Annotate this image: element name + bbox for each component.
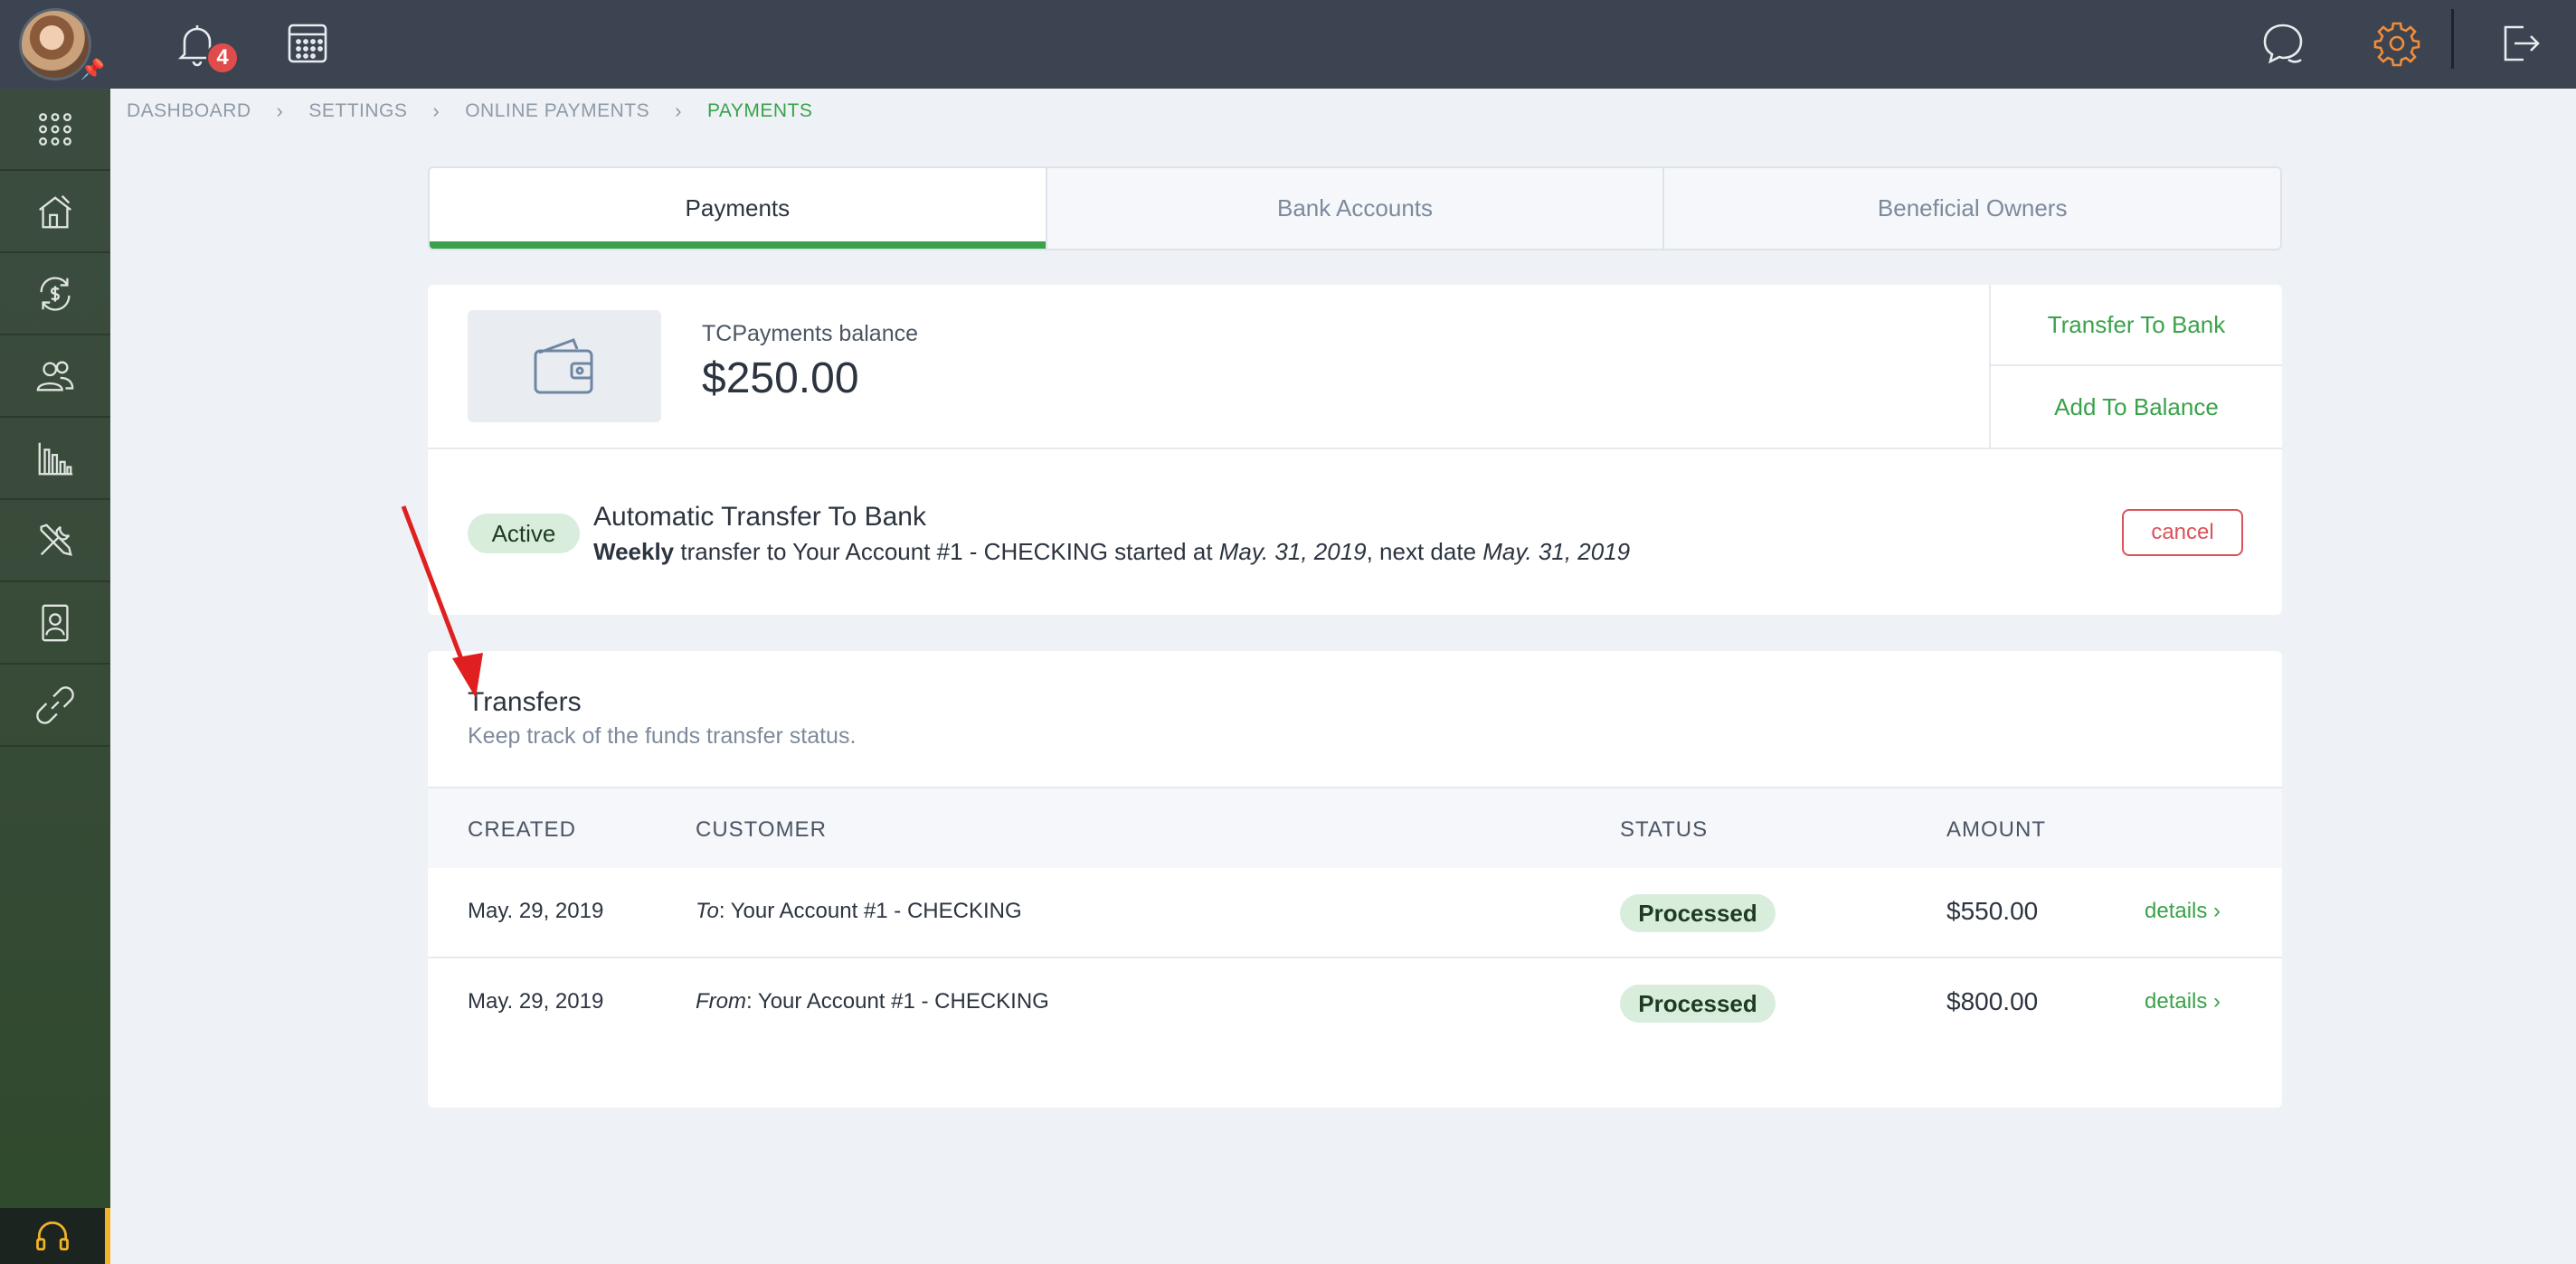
breadcrumb: DASHBOARD › SETTINGS › ONLINE PAYMENTS ›… [127,99,812,123]
customer-cell: To: Your Account #1 - CHECKING [696,899,1022,924]
user-avatar-area[interactable]: 📌 [0,0,110,89]
exchange-dollar-icon [40,276,71,311]
calendar-button[interactable] [284,20,331,67]
gear-icon [2373,22,2420,67]
cancel-auto-transfer-button[interactable]: cancel [2122,509,2243,556]
tab-bank-accounts[interactable]: Bank Accounts [1047,168,1665,249]
users-icon [36,361,74,391]
table-header: CREATED CUSTOMER STATUS AMOUNT [428,787,2282,868]
details-link[interactable]: details › [2145,989,2221,1014]
chat-button[interactable] [2259,20,2306,67]
column-amount: AMOUNT [1946,817,2046,842]
chevron-right-icon: › [276,99,284,122]
breadcrumb-online-payments[interactable]: ONLINE PAYMENTS [465,100,649,122]
top-bar-divider [2451,9,2454,69]
settings-button[interactable] [2373,20,2420,67]
auto-transfer-next-date: May. 31, 2019 [1482,538,1631,565]
column-status: STATUS [1620,817,1709,842]
auto-transfer-start-date: May. 31, 2019 [1218,538,1367,565]
apps-grid-icon [39,112,71,146]
sidebar-item-integrations[interactable] [0,665,110,747]
direction-label: From [696,989,746,1014]
auto-transfer-frequency: Weekly [593,538,675,565]
contact-card-icon [42,604,69,641]
balance-actions: Transfer To Bank Add To Balance [1989,285,2282,448]
balance-value: $250.00 [702,354,859,402]
payments-tabs: Payments Bank Accounts Beneficial Owners [428,166,2282,250]
card-divider [428,448,2282,449]
transfer-to-bank-button[interactable]: Transfer To Bank [1991,285,2282,366]
notifications-button[interactable]: 4 [174,20,239,74]
sidebar-item-home[interactable] [0,171,110,253]
details-link[interactable]: details › [2145,899,2221,924]
column-customer: CUSTOMER [696,817,827,842]
created-cell: May. 29, 2019 [468,989,604,1014]
sidebar-item-contacts[interactable] [0,335,110,418]
annotation-arrow-icon [401,505,483,698]
sidebar-item-contact-card[interactable] [0,582,110,665]
balance-label: TCPayments balance [702,321,919,346]
top-bar: 4 [110,0,2576,89]
breadcrumb-settings[interactable]: SETTINGS [308,100,407,122]
status-badge: Processed [1620,985,1776,1023]
status-badge: Processed [1620,894,1776,932]
chart-icon [38,442,73,475]
auto-transfer-description: Weekly transfer to Your Account #1 - CHE… [593,538,1630,566]
transfers-card: Transfers Keep track of the funds transf… [428,651,2282,1108]
breadcrumb-payments: PAYMENTS [706,100,813,121]
wallet-illustration [468,310,661,422]
tools-icon [40,523,72,556]
table-row: May. 29, 2019 To: Your Account #1 - CHEC… [428,868,2282,957]
created-cell: May. 29, 2019 [468,899,604,923]
customer-cell: From: Your Account #1 - CHECKING [696,989,1049,1014]
home-tools-icon [39,194,71,228]
tab-payments[interactable]: Payments [430,168,1047,249]
calendar-icon [288,24,327,63]
sidebar-item-settings-tools[interactable] [0,500,110,582]
direction-label: To [696,899,719,923]
amount-cell: $800.00 [1946,987,2039,1015]
customer-name: : Your Account #1 - CHECKING [718,899,1022,923]
auto-transfer-title: Automatic Transfer To Bank [593,502,926,532]
add-to-balance-button[interactable]: Add To Balance [1991,366,2282,448]
sidebar-item-reports[interactable] [0,418,110,500]
sidebar-item-apps[interactable] [0,89,110,171]
transfers-subtitle: Keep track of the funds transfer status. [468,723,857,749]
customer-name: : Your Account #1 - CHECKING [746,989,1049,1014]
support-button[interactable] [0,1208,110,1264]
headset-icon [36,1222,69,1251]
chevron-right-icon: › [675,99,682,122]
balance-card: TCPayments balance $250.00 Transfer To B… [428,285,2282,615]
wallet-icon [534,338,593,394]
breadcrumb-dashboard[interactable]: DASHBOARD [127,100,251,122]
amount-cell: $550.00 [1946,897,2039,925]
logout-button[interactable] [2496,20,2543,67]
chevron-right-icon: › [432,99,440,122]
auto-transfer-text-2: , next date [1366,538,1483,565]
table-row: May. 29, 2019 From: Your Account #1 - CH… [428,957,2282,1045]
pin-icon[interactable]: 📌 [80,58,105,81]
column-created: CREATED [468,817,576,842]
link-icon [36,685,74,724]
sidebar: 📌 [0,0,110,1264]
notification-badge: 4 [206,42,239,74]
logout-icon [2504,25,2540,61]
tab-beneficial-owners[interactable]: Beneficial Owners [1664,168,2280,249]
sidebar-item-transactions[interactable] [0,253,110,335]
auto-transfer-text-1: transfer to Your Account #1 - CHECKING s… [674,538,1219,565]
chat-icon [2263,24,2303,64]
